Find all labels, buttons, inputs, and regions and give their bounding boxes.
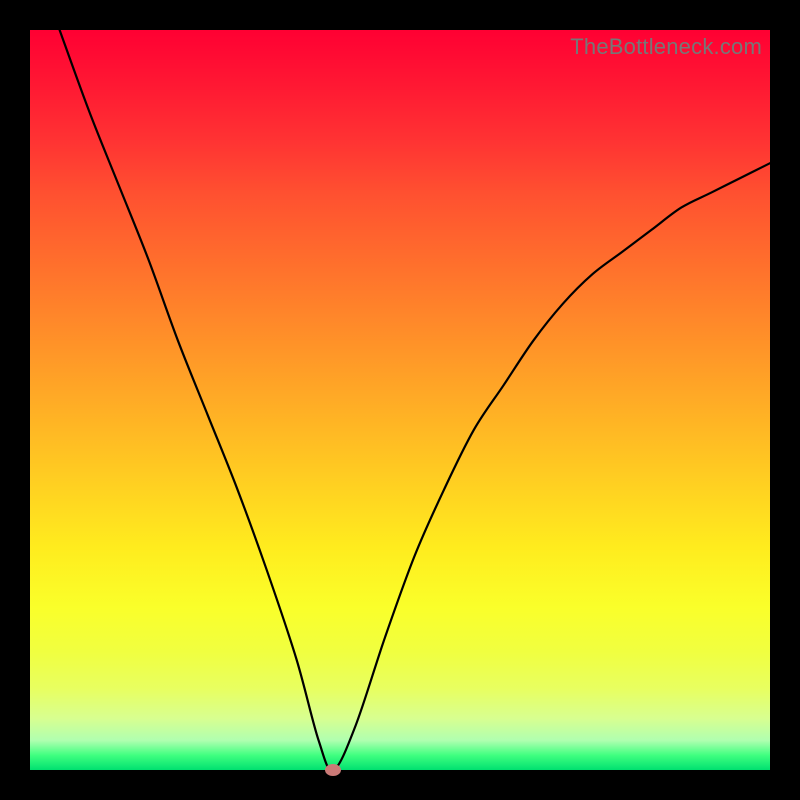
- plot-area: TheBottleneck.com: [30, 30, 770, 770]
- bottleneck-curve-path: [60, 30, 770, 770]
- chart-frame: TheBottleneck.com: [0, 0, 800, 800]
- optimum-marker: [325, 764, 341, 776]
- curve-layer: [30, 30, 770, 770]
